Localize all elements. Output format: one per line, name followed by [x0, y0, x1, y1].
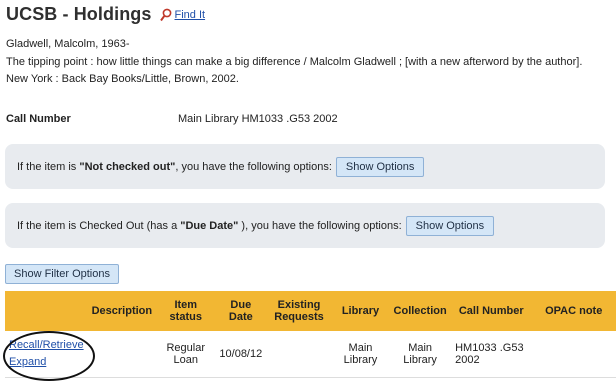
show-filter-options-button[interactable]: Show Filter Options [5, 264, 119, 284]
panel-emphasis: "Not checked out" [79, 160, 176, 173]
magnifier-icon[interactable] [159, 8, 172, 22]
panel-prefix: If the item is Checked Out (has a [17, 219, 181, 232]
checked-out-panel: If the item is Checked Out (has a "Due D… [5, 203, 605, 248]
cell-opac-note [531, 331, 616, 378]
col-header-call-number: Call Number [451, 291, 532, 331]
col-header-item-status: Item status [156, 291, 216, 331]
checked-out-text: If the item is Checked Out (has a "Due D… [17, 220, 402, 232]
panel-suffix: ), you have the following options: [238, 219, 402, 232]
cell-call-number: HM1033 .G53 2002 [451, 331, 532, 378]
expand-link[interactable]: Expand [9, 354, 84, 371]
col-header-existing-requests: Existing Requests [266, 291, 332, 331]
bib-title: The tipping point : how little things ca… [6, 55, 583, 68]
cell-description [87, 331, 157, 378]
col-header-actions [5, 291, 88, 331]
find-it-link[interactable]: Find It [175, 9, 206, 21]
bib-publication: New York : Back Bay Books/Little, Brown,… [6, 73, 239, 85]
panel-prefix: If the item is [17, 160, 80, 173]
col-header-library: Library [331, 291, 390, 331]
cell-existing-requests [266, 331, 332, 378]
cell-due-date: 10/08/12 [215, 331, 267, 378]
show-options-button[interactable]: Show Options [335, 156, 425, 177]
table-header-row: Description Item status Due Date Existin… [5, 291, 616, 331]
not-checked-out-panel: If the item is "Not checked out", you ha… [5, 144, 605, 189]
cell-item-status: Regular Loan [156, 331, 216, 378]
panel-emphasis: "Due Date" [180, 219, 239, 232]
col-header-opac-note: OPAC note [531, 291, 616, 331]
holdings-table: Description Item status Due Date Existin… [5, 291, 616, 378]
col-header-collection: Collection [389, 291, 452, 331]
cell-collection: Main Library [389, 331, 452, 378]
page-header: UCSB - Holdings Find It [6, 4, 205, 25]
table-row: Recall/Retrieve Expand Regular Loan 10/0… [5, 331, 616, 378]
bibliographic-record: Gladwell, Malcolm, 1963- The tipping poi… [6, 36, 582, 89]
cell-library: Main Library [331, 331, 390, 378]
panel-suffix: , you have the following options: [175, 160, 332, 173]
bib-author: Gladwell, Malcolm, 1963- [6, 38, 130, 50]
recall-retrieve-link[interactable]: Recall/Retrieve [9, 337, 84, 354]
col-header-description: Description [87, 291, 157, 331]
not-checked-out-text: If the item is "Not checked out", you ha… [17, 161, 332, 173]
show-options-button-checked-out[interactable]: Show Options [405, 215, 495, 236]
row-actions: Recall/Retrieve Expand [5, 331, 88, 378]
call-number-label: Call Number [6, 113, 71, 125]
call-number-value: Main Library HM1033 .G53 2002 [178, 113, 338, 125]
page-title: UCSB - Holdings [6, 4, 152, 24]
col-header-due-date: Due Date [215, 291, 267, 331]
